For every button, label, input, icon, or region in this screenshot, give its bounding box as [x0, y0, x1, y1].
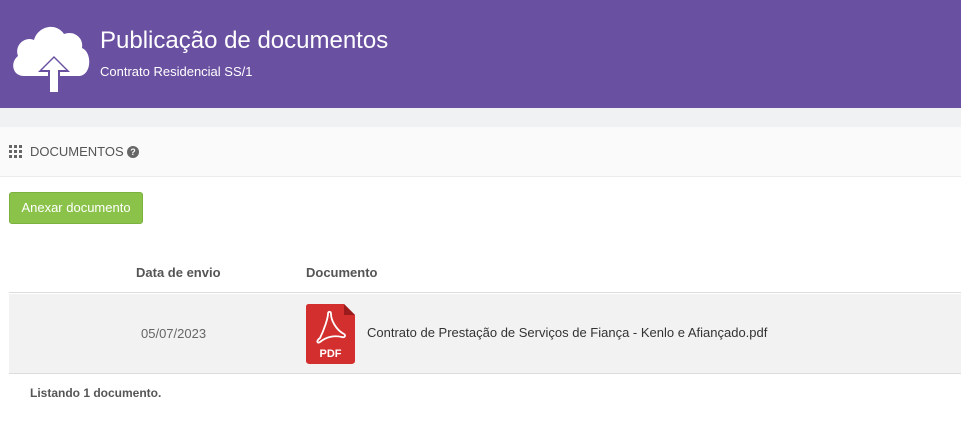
help-icon[interactable]: ?: [127, 146, 139, 158]
header-spacer: [0, 108, 961, 127]
page-header: Publicação de documentos Contrato Reside…: [0, 0, 961, 108]
cloud-upload-icon: [13, 26, 90, 94]
document-count: Listando 1 documento.: [30, 386, 162, 400]
table-header: Data de envio Documento: [9, 256, 961, 293]
section-title: DOCUMENTOS: [30, 144, 124, 159]
page-subtitle: Contrato Residencial SS/1: [100, 64, 253, 79]
pdf-icon[interactable]: PDF: [306, 304, 355, 364]
page-title: Publicação de documentos: [100, 27, 389, 54]
grid-icon: [9, 145, 22, 158]
column-header-document[interactable]: Documento: [306, 265, 378, 280]
upload-date: 05/07/2023: [141, 326, 207, 341]
documents-section-bar: DOCUMENTOS ?: [0, 127, 961, 177]
table-row[interactable]: 05/07/2023 PDF Contrato de Prestação de …: [9, 294, 961, 374]
attach-document-button[interactable]: Anexar documento: [9, 192, 143, 224]
column-header-date[interactable]: Data de envio: [136, 265, 221, 280]
document-name[interactable]: Contrato de Prestação de Serviços de Fia…: [367, 325, 767, 340]
pdf-label: PDF: [320, 348, 342, 360]
